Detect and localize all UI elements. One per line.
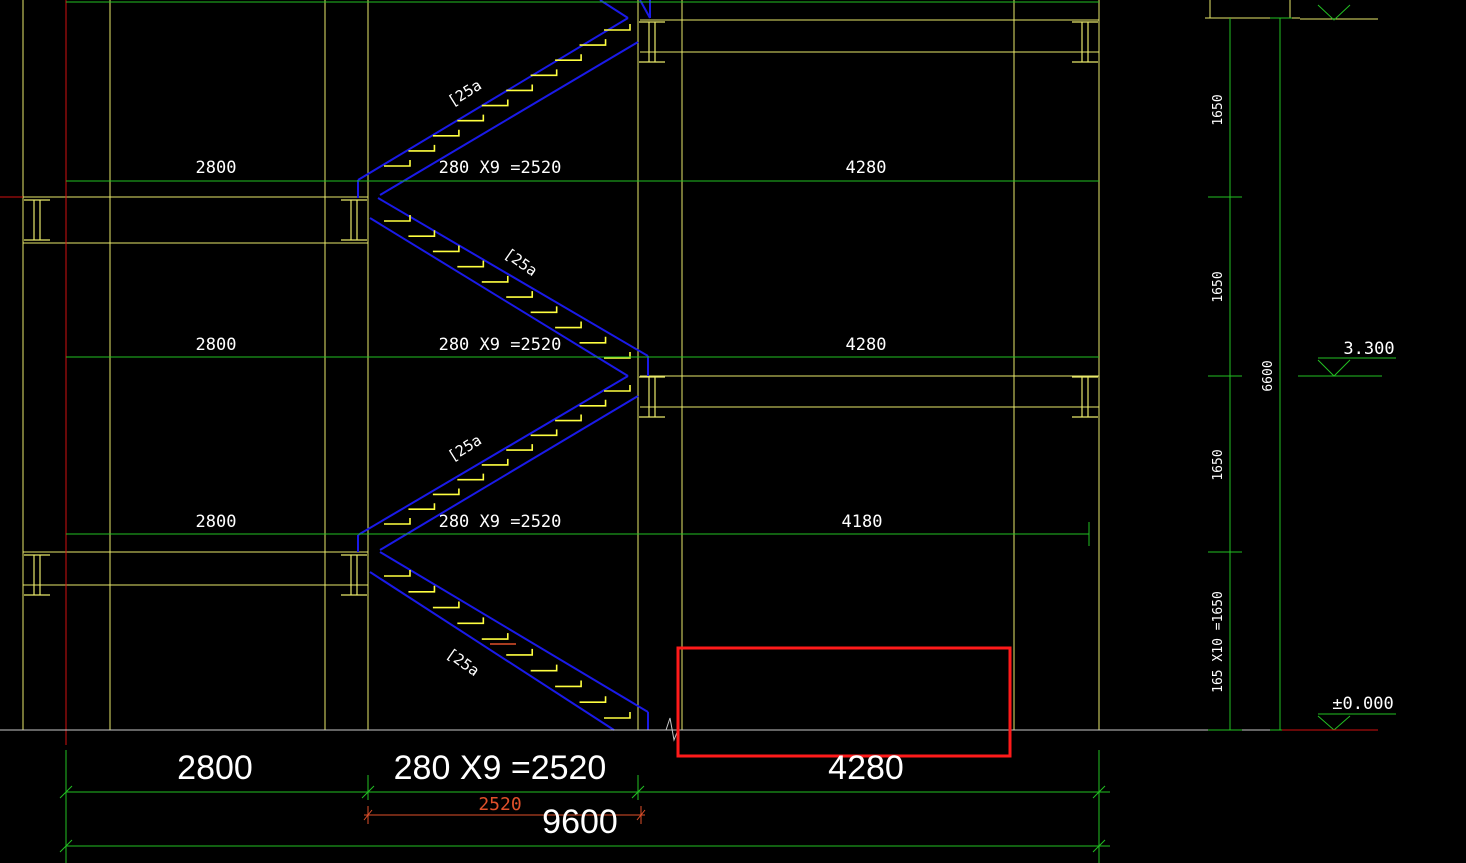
tread-mark bbox=[384, 215, 411, 222]
channel-label-2: [25a bbox=[501, 245, 541, 280]
i-beam-icon bbox=[1072, 21, 1098, 63]
dim-stair-1: 280 X9 =2520 bbox=[439, 158, 562, 178]
vdim-1: 1650 bbox=[1211, 94, 1226, 125]
tread-mark bbox=[530, 306, 558, 314]
tread-mark bbox=[384, 570, 411, 577]
tread-mark bbox=[579, 696, 607, 704]
dim-right-1: 4280 bbox=[846, 158, 887, 178]
dim-right-2: 4280 bbox=[846, 335, 887, 355]
tread-mark bbox=[506, 291, 534, 298]
tread-mark bbox=[408, 585, 436, 593]
i-beam-icon bbox=[639, 376, 665, 418]
bottom-dim-right: 4280 bbox=[828, 749, 904, 787]
grid-lines bbox=[22, 0, 1378, 730]
channel-label-3: [25a bbox=[445, 431, 485, 465]
bottom-dim-stair: 280 X9 =2520 bbox=[394, 749, 607, 787]
tread-mark bbox=[506, 648, 534, 656]
i-beam-icon bbox=[341, 199, 367, 241]
bottom-dim-total: 9600 bbox=[542, 803, 618, 841]
tread-mark bbox=[457, 617, 485, 625]
highlight-box[interactable] bbox=[676, 646, 1012, 758]
bottom-dim-red: 2520 bbox=[478, 794, 521, 815]
tread-mark bbox=[384, 518, 411, 525]
tread-mark bbox=[555, 321, 582, 329]
i-beam-icon bbox=[639, 21, 665, 63]
elevation-ground: ±0.000 bbox=[1332, 694, 1393, 714]
i-beam-icon bbox=[341, 554, 367, 596]
tread-mark bbox=[604, 712, 631, 719]
dim-left-3: 2800 bbox=[196, 512, 237, 532]
channel-label-4: [25a bbox=[443, 645, 483, 680]
dim-left-1: 2800 bbox=[196, 158, 237, 178]
dim-stair-3: 280 X9 =2520 bbox=[439, 512, 562, 532]
vdim-3: 1650 bbox=[1211, 449, 1226, 480]
tread-mark bbox=[481, 633, 509, 640]
i-beam-icon bbox=[24, 199, 50, 241]
i-beam-symbols bbox=[24, 21, 1098, 596]
stair-stringers bbox=[357, 0, 651, 731]
tread-mark bbox=[408, 230, 436, 238]
tread-mark bbox=[481, 275, 509, 283]
tread-mark bbox=[530, 664, 558, 672]
elevation-markers bbox=[1317, 4, 1351, 731]
stair-section-drawing: 2800 280 X9 =2520 4280 2800 280 X9 =2520… bbox=[0, 0, 1396, 863]
bottom-dim-left: 2800 bbox=[177, 749, 253, 787]
tread-mark bbox=[555, 680, 582, 688]
dim-right-3: 4180 bbox=[842, 512, 883, 532]
vdim-2: 1650 bbox=[1211, 271, 1226, 302]
stair-treads bbox=[384, 24, 631, 719]
tread-mark bbox=[432, 245, 460, 253]
dim-stair-2: 280 X9 =2520 bbox=[439, 335, 562, 355]
tread-mark bbox=[579, 336, 607, 344]
vdim-4: 165 X10 =1650 bbox=[1211, 591, 1226, 693]
break-symbol bbox=[660, 717, 684, 742]
i-beam-icon bbox=[24, 554, 50, 596]
dim-left-2: 2800 bbox=[196, 335, 237, 355]
i-beam-icon bbox=[1072, 376, 1098, 418]
elevation-mid: 3.300 bbox=[1343, 339, 1394, 359]
tread-mark bbox=[457, 260, 485, 268]
cad-drawing-canvas[interactable]: 2800 280 X9 =2520 4280 2800 280 X9 =2520… bbox=[0, 0, 1466, 863]
dimension-lines bbox=[59, 1, 1396, 863]
channel-label-1: [25a bbox=[445, 76, 485, 110]
vdim-total: 6600 bbox=[1261, 360, 1276, 391]
tread-mark bbox=[432, 601, 460, 609]
